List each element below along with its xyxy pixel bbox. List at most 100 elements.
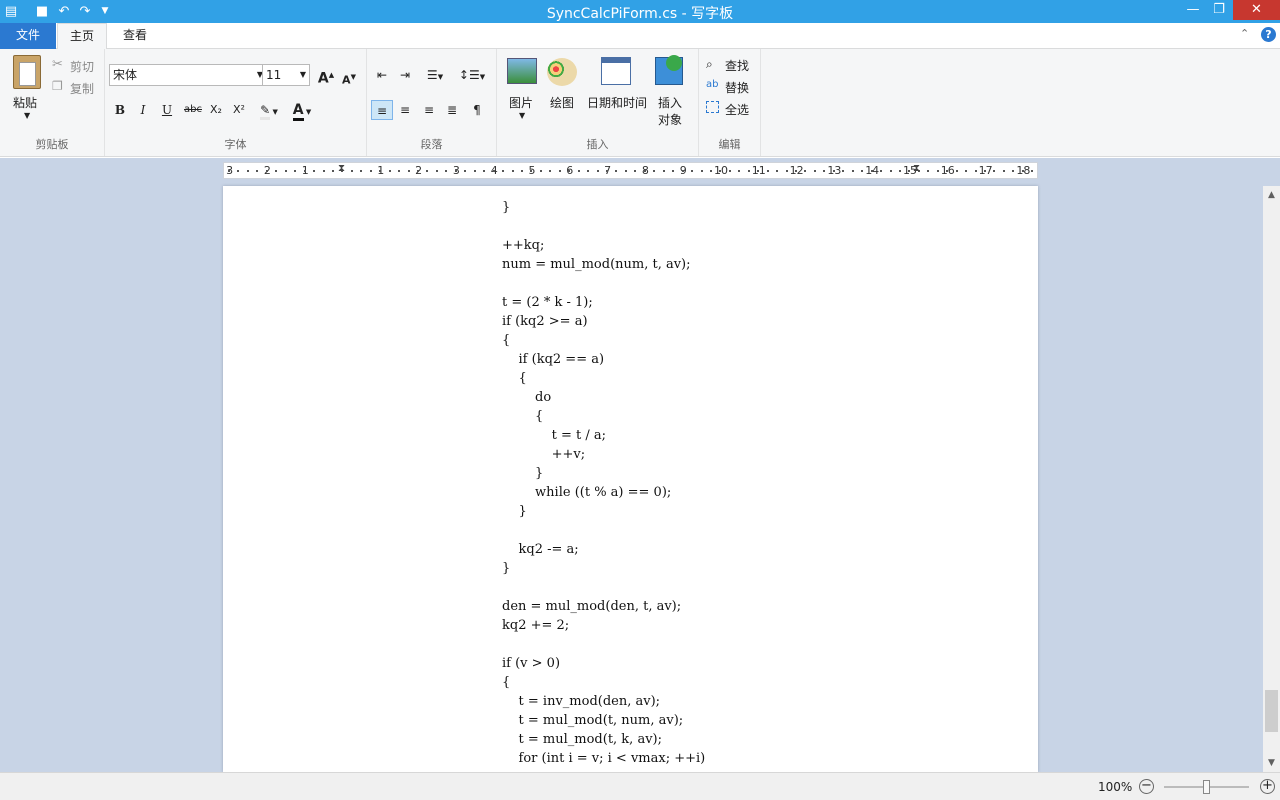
document-line[interactable]: kq2 -= a; (502, 540, 705, 559)
ruler-mark (785, 170, 788, 172)
paste-icon[interactable] (13, 55, 41, 89)
decrease-indent-icon[interactable]: ⇤ (371, 65, 393, 85)
minimize-button[interactable]: — (1180, 0, 1206, 20)
grow-font-icon[interactable]: A▲ (315, 65, 337, 87)
ruler-mark (908, 170, 911, 172)
insert-object-button[interactable]: 插入 (658, 94, 682, 111)
increase-indent-icon[interactable]: ⇥ (394, 65, 416, 85)
paint-drawing-button[interactable]: 绘图 (550, 94, 574, 111)
replace-button[interactable]: 替换 (725, 79, 749, 96)
picture-icon[interactable] (507, 58, 537, 84)
datetime-button[interactable]: 日期和时间 (587, 94, 647, 111)
font-size-select[interactable]: 11 ▼ (262, 64, 310, 86)
document-line[interactable]: if (v > 0) (502, 654, 705, 673)
scrollbar-thumb[interactable] (1265, 690, 1278, 732)
document-line[interactable]: } (502, 198, 705, 217)
paragraph-group-label: 段落 (420, 138, 443, 151)
bold-button[interactable]: B (109, 100, 131, 120)
align-left-icon[interactable]: ≡ (371, 100, 393, 120)
document-line[interactable]: { (502, 673, 705, 692)
paragraph-settings-icon[interactable]: ¶ (466, 100, 488, 120)
document-line[interactable]: do (502, 388, 705, 407)
document-line[interactable]: t = inv_mod(den, av); (502, 692, 705, 711)
find-button[interactable]: 查找 (725, 57, 749, 74)
ruler-mark (738, 170, 741, 172)
document-line[interactable]: } (502, 502, 705, 521)
restore-button[interactable]: ❐ (1206, 0, 1232, 20)
zoom-in-button[interactable]: + (1260, 779, 1275, 794)
document-line[interactable]: while ((t % a) == 0); (502, 483, 705, 502)
document-line[interactable]: kq2 += 2; (502, 616, 705, 635)
text-color-button[interactable]: A ▼ (287, 100, 317, 121)
document-text[interactable]: } ++kq; num = mul_mod(num, t, av); t = (2 *… (502, 198, 705, 768)
document-line[interactable]: ++kq; (502, 236, 705, 255)
left-indent-marker-icon[interactable]: ⧗ (338, 163, 345, 174)
document-line[interactable]: } (502, 559, 705, 578)
document-line[interactable] (502, 217, 705, 236)
tab-file[interactable]: 文件 (0, 23, 56, 49)
document-line[interactable]: t = mul_mod(t, k, av); (502, 730, 705, 749)
font-family-select[interactable]: 宋体 ▼ (109, 64, 267, 86)
picture-button[interactable]: 图片 (509, 94, 533, 111)
document-line[interactable]: t = t / a; (502, 426, 705, 445)
ruler-mark (313, 170, 316, 172)
subscript-button[interactable]: X₂ (205, 100, 227, 120)
document-line[interactable]: if (kq2 >= a) (502, 312, 705, 331)
ruler-mark (322, 170, 325, 172)
tab-view[interactable]: 查看 (112, 23, 158, 49)
document-line[interactable]: { (502, 407, 705, 426)
select-all-button[interactable]: 全选 (725, 101, 749, 118)
ruler-mark (691, 170, 694, 172)
document-line[interactable] (502, 635, 705, 654)
document-line[interactable]: den = mul_mod(den, t, av); (502, 597, 705, 616)
document-line[interactable]: t = mul_mod(t, num, av); (502, 711, 705, 730)
vertical-scrollbar[interactable]: ▲ ▼ (1263, 186, 1280, 772)
copy-button[interactable]: 复制 (70, 80, 94, 97)
horizontal-ruler[interactable]: 321123456789101112131415161718⧗⧗ (223, 162, 1038, 179)
paste-dropdown-icon[interactable]: ▼ (24, 111, 30, 120)
align-center-icon[interactable]: ≡ (394, 100, 416, 120)
minimize-ribbon-icon[interactable]: ⌃ (1240, 27, 1249, 40)
ruler-mark (407, 170, 410, 172)
ruler-mark (256, 170, 259, 172)
line-spacing-icon[interactable]: ↕☰▼ (457, 65, 487, 85)
zoom-out-button[interactable]: − (1139, 779, 1154, 794)
zoom-slider-knob[interactable] (1203, 780, 1210, 794)
insert-object-button-line2[interactable]: 对象 (658, 111, 682, 128)
close-button[interactable]: ✕ (1233, 0, 1280, 20)
justify-icon[interactable]: ≣ (441, 100, 463, 120)
bullet-list-icon[interactable]: ☰▼ (420, 65, 450, 85)
document-line[interactable]: num = mul_mod(num, t, av); (502, 255, 705, 274)
zoom-slider[interactable] (1164, 780, 1249, 794)
document-line[interactable]: if (kq2 == a) (502, 350, 705, 369)
cut-button[interactable]: 剪切 (70, 58, 94, 75)
document-line[interactable]: } (502, 464, 705, 483)
document-line[interactable]: { (502, 331, 705, 350)
scroll-up-icon[interactable]: ▲ (1263, 190, 1280, 200)
underline-button[interactable]: U (156, 100, 178, 120)
shrink-font-icon[interactable]: A▼ (338, 67, 360, 87)
document-line[interactable]: for (int i = v; i < vmax; ++i) (502, 749, 706, 768)
document-line[interactable]: ++v; (502, 445, 705, 464)
document-line[interactable] (502, 274, 705, 293)
highlight-color-button[interactable]: ✎ ▼ (254, 100, 284, 120)
document-line[interactable]: t = (2 * k - 1); (502, 293, 705, 312)
picture-dropdown-icon[interactable]: ▼ (519, 111, 525, 120)
ruler-mark (813, 170, 816, 172)
document-line[interactable] (502, 578, 705, 597)
document-line[interactable] (502, 521, 705, 540)
insert-object-icon[interactable] (655, 55, 683, 85)
superscript-button[interactable]: X² (228, 100, 250, 120)
calendar-icon[interactable] (601, 57, 631, 85)
paint-icon[interactable] (547, 58, 577, 86)
right-indent-marker-icon[interactable]: ⧗ (913, 163, 920, 174)
scroll-down-icon[interactable]: ▼ (1263, 758, 1280, 768)
paste-button[interactable]: 粘贴 (13, 94, 37, 111)
document-page[interactable]: } ++kq; num = mul_mod(num, t, av); t = (2 *… (223, 186, 1038, 772)
tab-home[interactable]: 主页 (57, 23, 107, 50)
document-line[interactable]: { (502, 369, 705, 388)
strikethrough-button[interactable]: abc (180, 100, 206, 120)
align-right-icon[interactable]: ≡ (418, 100, 440, 120)
italic-button[interactable]: I (132, 100, 154, 120)
help-icon[interactable]: ? (1261, 27, 1276, 42)
